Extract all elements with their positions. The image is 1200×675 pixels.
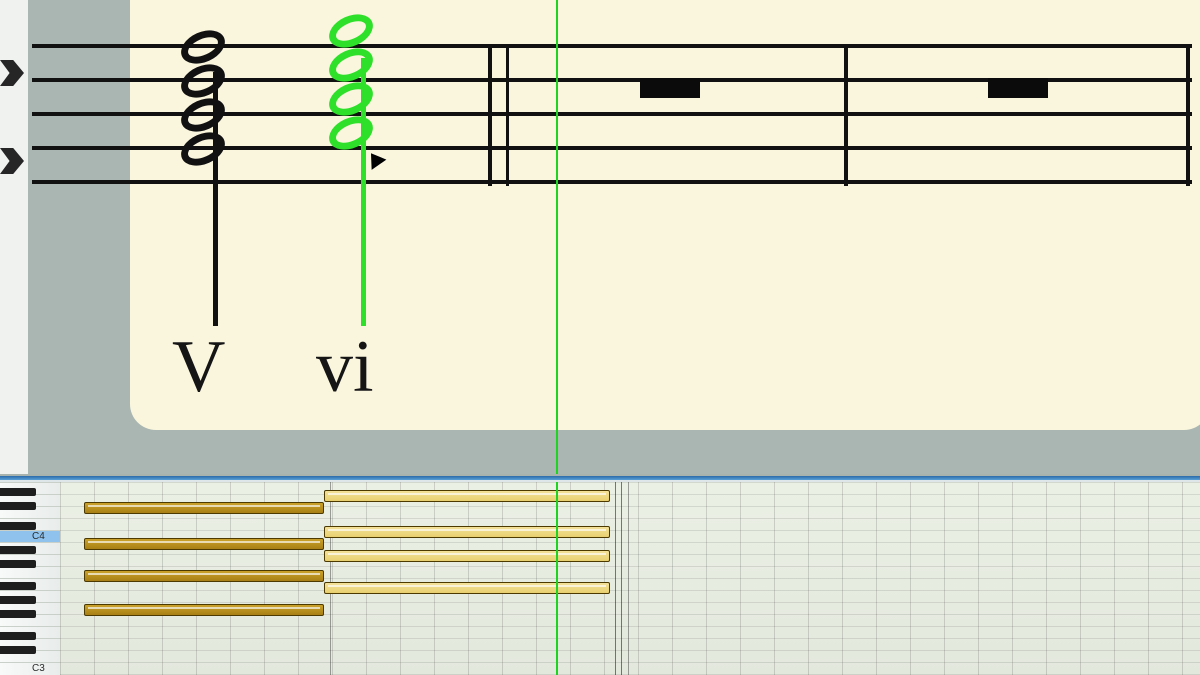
score-ruler-gutter xyxy=(0,0,28,474)
brace-mark-icon xyxy=(0,148,24,174)
black-key[interactable] xyxy=(0,596,36,604)
barline xyxy=(844,44,848,186)
chord-label-V[interactable]: V xyxy=(172,330,225,404)
black-key[interactable] xyxy=(0,560,36,568)
pane-divider[interactable] xyxy=(0,476,1200,480)
chord-label-vi[interactable]: vi xyxy=(316,330,374,404)
grid-bar-divider xyxy=(628,482,629,675)
whole-rest-icon xyxy=(640,78,700,98)
white-key[interactable] xyxy=(0,662,60,674)
black-key[interactable] xyxy=(0,546,36,554)
playhead[interactable] xyxy=(556,0,558,474)
grid-bar-divider xyxy=(615,482,622,675)
barline xyxy=(488,44,492,186)
piano-roll-grid[interactable] xyxy=(60,482,1200,675)
barline xyxy=(506,44,509,186)
midi-note[interactable] xyxy=(324,490,610,502)
black-key[interactable] xyxy=(0,488,36,496)
midi-note[interactable] xyxy=(84,538,324,550)
brace-mark-icon xyxy=(0,60,24,86)
black-key[interactable] xyxy=(0,610,36,618)
white-key-selected[interactable] xyxy=(0,530,60,542)
black-key[interactable] xyxy=(0,646,36,654)
black-key[interactable] xyxy=(0,582,36,590)
midi-note[interactable] xyxy=(324,526,610,538)
midi-note[interactable] xyxy=(84,604,324,616)
whole-rest-icon xyxy=(988,78,1048,98)
midi-note[interactable] xyxy=(84,502,324,514)
barline-end xyxy=(1186,44,1190,186)
midi-note[interactable] xyxy=(324,550,610,562)
black-key[interactable] xyxy=(0,522,36,530)
black-key[interactable] xyxy=(0,502,36,510)
playhead[interactable] xyxy=(556,482,558,675)
midi-note[interactable] xyxy=(84,570,324,582)
key-label-c4: C4 xyxy=(32,531,45,542)
grid-bar-divider xyxy=(330,482,331,675)
midi-note[interactable] xyxy=(324,582,610,594)
piano-roll-pane: C4 C3 xyxy=(0,482,1200,675)
piano-keyboard[interactable]: C4 C3 xyxy=(0,482,60,675)
staff-line xyxy=(32,180,1192,184)
key-label-c3: C3 xyxy=(32,663,45,674)
black-key[interactable] xyxy=(0,632,36,640)
score-pane: V vi xyxy=(0,0,1200,474)
